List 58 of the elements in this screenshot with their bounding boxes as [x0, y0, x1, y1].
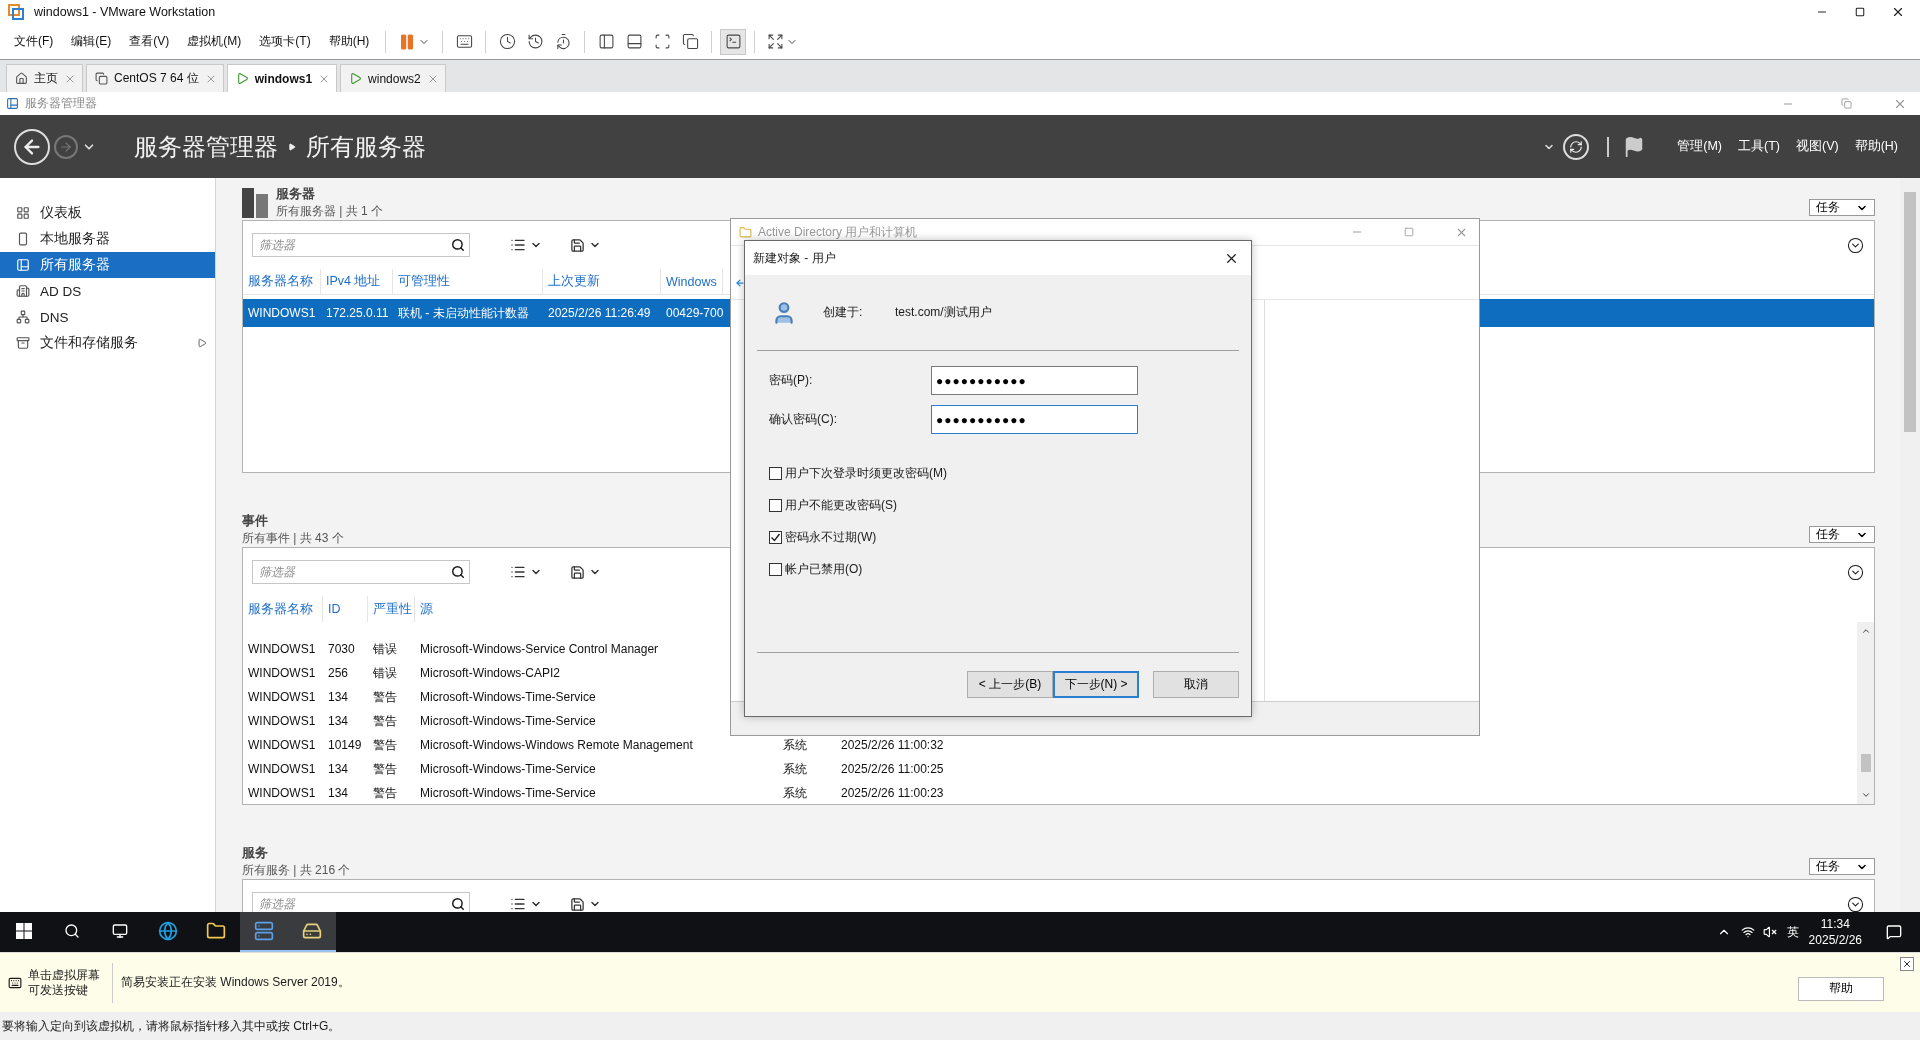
table-cell-text: 134: [327, 690, 350, 704]
table-cell-text: 系统: [782, 760, 808, 778]
table-cell-text: Microsoft-Windows-Time-Service: [419, 786, 597, 800]
section-subtitle: 所有服务 | 共 216 个: [242, 862, 351, 879]
table-cell-text: 错误: [372, 664, 398, 682]
table-cell-text: WINDOWS1: [247, 714, 317, 728]
table-cell-text: Microsoft-Windows-Windows Remote Management: [419, 738, 694, 752]
table-cell-text: 134: [327, 714, 350, 728]
table-cell-text: 2025/2/26 11:00:32: [840, 738, 945, 752]
table-cell-text: 134: [327, 786, 350, 800]
table-cell-text: 警告: [372, 712, 398, 730]
table-cell-text: 联机 - 未启动性能计数器: [397, 304, 530, 322]
table-cell-text: 00429-700: [665, 306, 723, 320]
section-title: 服务: [242, 844, 268, 862]
window-title: windows1 - VMware Workstation: [34, 5, 216, 19]
table-cell-text: 警告: [372, 736, 398, 754]
table-cell-text: Microsoft-Windows-Time-Service: [419, 714, 597, 728]
info-hint: 可发送按键: [28, 982, 89, 998]
table-cell-text: 256: [327, 666, 350, 680]
table-cell-text: 错误: [372, 640, 398, 658]
section-title: 服务器: [276, 185, 315, 203]
table-cell-text: WINDOWS1: [247, 306, 317, 320]
table-cell-text: WINDOWS1: [247, 786, 317, 800]
info-hint: 单击虚拟屏幕: [28, 967, 100, 983]
section-title: 事件: [242, 512, 268, 530]
table-cell-text: WINDOWS1: [247, 762, 317, 776]
page-title: 所有服务器: [306, 131, 426, 162]
table-cell-text: Microsoft-Windows-CAPI2: [419, 666, 562, 680]
table-cell-text: 2025/2/26 11:00:23: [840, 786, 945, 800]
window-title: Active Directory 用户和计算机: [758, 223, 918, 241]
section-subtitle: 所有事件 | 共 43 个: [242, 530, 344, 547]
table-cell-text: 系统: [782, 784, 808, 802]
status-text: 要将输入定向到该虚拟机，请将鼠标指针移入其中或按 Ctrl+G。: [2, 1017, 341, 1035]
window-title: 服务器管理器: [25, 95, 97, 112]
table-cell-text: WINDOWS1: [247, 666, 317, 680]
table-cell-text: 2025/2/26 11:00:25: [840, 762, 945, 776]
table-cell-text: Microsoft-Windows-Time-Service: [419, 762, 597, 776]
table-cell-text: 10149: [327, 738, 363, 752]
table-cell-text: 系统: [782, 736, 808, 754]
field-label: 密码(P):: [769, 372, 814, 389]
table-cell-text: 警告: [372, 760, 398, 778]
table-cell-text: WINDOWS1: [247, 642, 317, 656]
table-cell-text: 172.25.0.11: [325, 306, 390, 320]
table-cell-text: 7030: [327, 642, 356, 656]
field-value: test.com/测试用户: [895, 304, 992, 321]
table-cell-text: WINDOWS1: [247, 690, 317, 704]
table-cell-text: 警告: [372, 688, 398, 706]
table-cell-text: 警告: [372, 784, 398, 802]
dialog-title: 新建对象 - 用户: [753, 249, 837, 267]
field-label: 确认密码(C):: [769, 411, 838, 428]
table-cell-text: WINDOWS1: [247, 738, 317, 752]
table-cell-text: Microsoft-Windows-Time-Service: [419, 690, 597, 704]
field-label: 创建于:: [823, 304, 864, 321]
table-cell-text: Microsoft-Windows-Service Control Manager: [419, 642, 660, 656]
info-message: 简易安装正在安装 Windows Server 2019。: [120, 974, 351, 991]
table-cell-text: 2025/2/26 11:26:49: [547, 306, 652, 320]
section-subtitle: 所有服务器 | 共 1 个: [276, 203, 384, 220]
table-cell-text: 134: [327, 762, 350, 776]
